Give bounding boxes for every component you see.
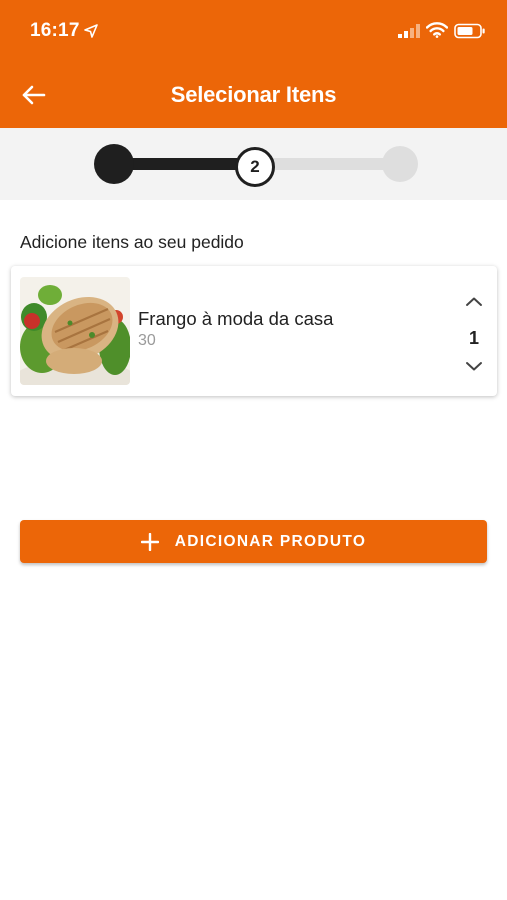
app-header: 16:17 Selecionar Itens	[0, 0, 507, 128]
stepper-step-3	[382, 146, 418, 182]
location-arrow-icon	[84, 24, 98, 38]
status-time: 16:17	[30, 20, 80, 41]
add-product-label: ADICIONAR PRODUTO	[174, 532, 367, 550]
chevron-down-icon	[466, 362, 482, 371]
section-label: Adicione itens ao seu pedido	[20, 232, 244, 252]
item-quantity: 1	[468, 328, 479, 348]
order-item-card: Frango à moda da casa 30 1	[11, 266, 497, 396]
signal-icon	[398, 24, 420, 38]
add-product-button[interactable]: ADICIONAR PRODUTO	[20, 520, 487, 563]
wifi-icon	[426, 22, 448, 38]
status-bar: 16:17	[0, 0, 507, 60]
decrease-quantity-button[interactable]	[463, 358, 485, 374]
chevron-up-icon	[466, 297, 482, 306]
stepper-step-1	[94, 144, 134, 184]
item-price: 30	[138, 332, 156, 349]
stepper-step-2: 2	[235, 147, 275, 187]
stepper-step-2-label: 2	[250, 157, 260, 176]
item-photo	[20, 277, 130, 385]
item-name: Frango à moda da casa	[138, 308, 334, 329]
stepper-line-pending	[256, 158, 400, 170]
page-title: Selecionar Itens	[170, 82, 337, 107]
increase-quantity-button[interactable]	[463, 294, 485, 310]
battery-icon	[454, 23, 485, 39]
plus-icon	[140, 532, 159, 551]
